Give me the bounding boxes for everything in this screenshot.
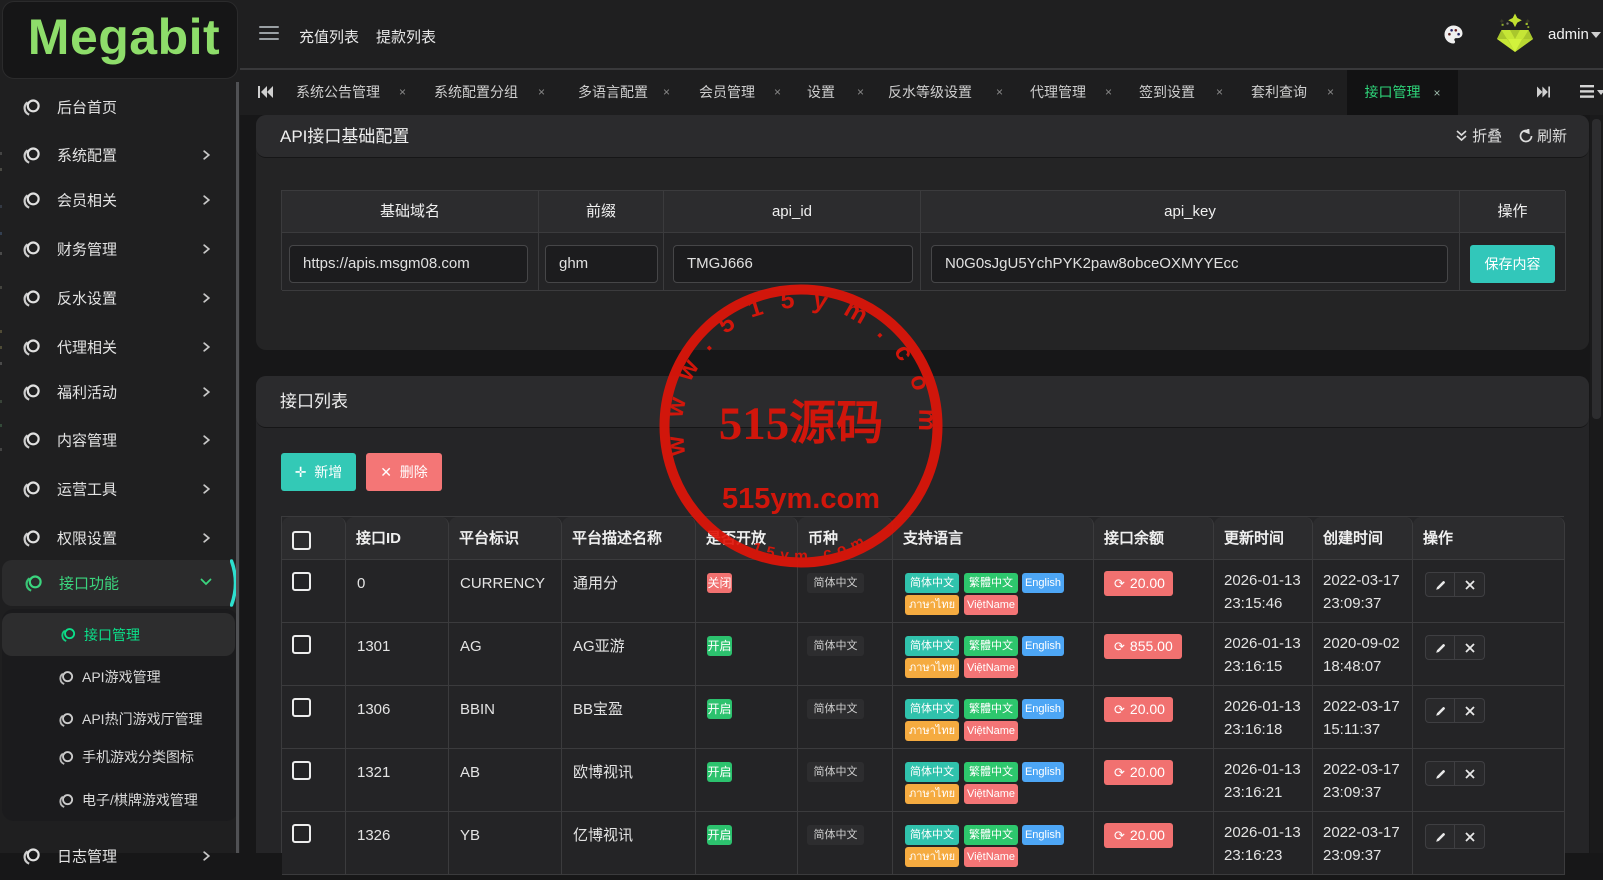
svg-text:515源码: 515源码 (719, 398, 884, 450)
svg-text:15ym.com: 15ym.com (750, 530, 873, 565)
svg-text:515ym.com: 515ym.com (722, 483, 880, 515)
